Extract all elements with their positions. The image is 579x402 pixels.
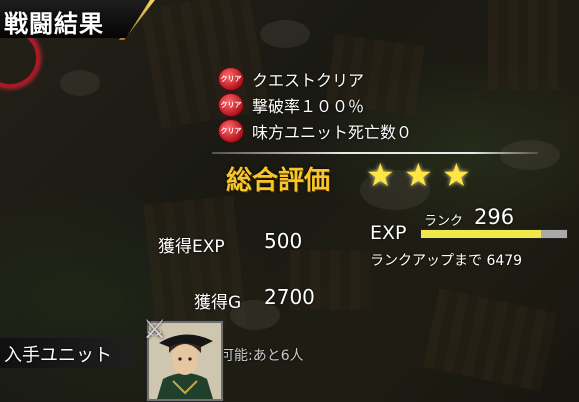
exp-progress-fill bbox=[421, 230, 541, 238]
rank-label: ランク bbox=[424, 214, 464, 229]
condition-label: 味方ユニット死亡数０ bbox=[252, 123, 413, 142]
condition-row-quest-clear: クリア クエストクリア bbox=[218, 67, 365, 91]
condition-label: 撃破率１００％ bbox=[252, 97, 365, 116]
exp-progress-bar bbox=[420, 229, 568, 239]
clear-badge-icon: クリア bbox=[218, 119, 244, 143]
divider bbox=[212, 152, 538, 154]
page-title: 戦闘結果 bbox=[4, 10, 104, 38]
overall-rating-label: 総合評価 bbox=[226, 166, 331, 196]
star-icon: ★ bbox=[442, 156, 471, 194]
condition-row-ally-deaths: クリア 味方ユニット死亡数０ bbox=[218, 119, 413, 143]
rank-value: 296 bbox=[474, 205, 515, 229]
crossed-swords-icon: ⚔ bbox=[143, 315, 167, 345]
condition-row-defeat-rate: クリア 撃破率１００％ bbox=[218, 93, 365, 117]
star-icon: ★ bbox=[366, 156, 395, 194]
rank-up-remaining: ランクアップまで 6479 bbox=[370, 253, 523, 269]
exp-gained-value: 500 bbox=[264, 229, 303, 253]
gold-gained-value: 2700 bbox=[264, 285, 315, 309]
gold-gained-label: 獲得G bbox=[194, 293, 242, 313]
exp-gained-label: 獲得EXP bbox=[158, 237, 225, 257]
exp-title: EXP bbox=[370, 222, 407, 244]
unit-remaining-text: 可能:あと6人 bbox=[220, 348, 304, 364]
clear-badge-icon: クリア bbox=[218, 67, 244, 91]
star-icon: ★ bbox=[404, 156, 433, 194]
obtained-units-label: 入手ユニット bbox=[4, 345, 112, 366]
clear-badge-icon: クリア bbox=[218, 93, 244, 117]
condition-label: クエストクリア bbox=[252, 71, 365, 90]
